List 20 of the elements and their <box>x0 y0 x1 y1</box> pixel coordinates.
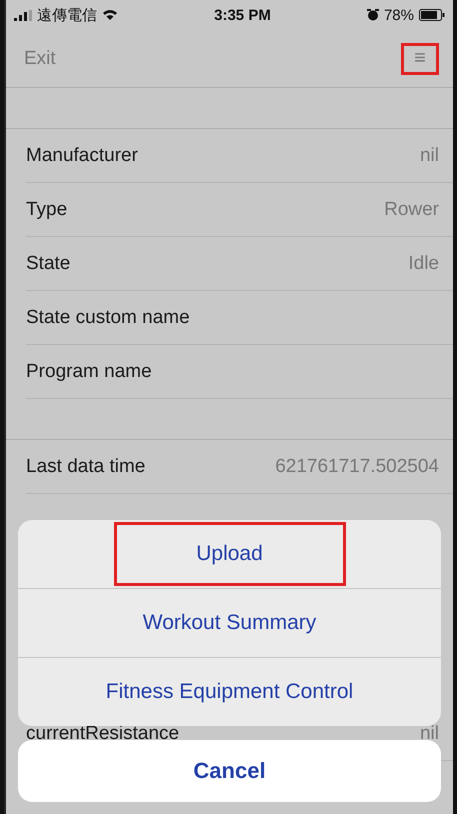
action-item[interactable]: Fitness Equipment Control <box>106 680 354 704</box>
row-value: 621761717.502504 <box>275 456 439 478</box>
row-label: Type <box>26 198 68 220</box>
row-label: Manufacturer <box>26 144 138 166</box>
row-label: State <box>26 252 70 274</box>
alarm-clock-icon <box>366 9 379 21</box>
row-value: Rower <box>384 198 439 220</box>
status-time: 3:35 PM <box>214 6 271 24</box>
row-value: Idle <box>408 252 439 274</box>
battery-icon <box>418 9 445 21</box>
carrier-name: 遠傳電信 <box>37 6 97 24</box>
row-label: Program name <box>26 360 152 382</box>
cancel-button[interactable]: Cancel <box>18 740 441 802</box>
battery-percent: 78% <box>384 6 414 24</box>
row-label: Last data time <box>26 456 146 478</box>
row-value: nil <box>420 144 439 166</box>
wifi-icon <box>102 9 118 21</box>
row-label: State custom name <box>26 306 190 328</box>
signal-icon <box>14 10 32 20</box>
action-item[interactable]: Workout Summary <box>142 611 316 635</box>
